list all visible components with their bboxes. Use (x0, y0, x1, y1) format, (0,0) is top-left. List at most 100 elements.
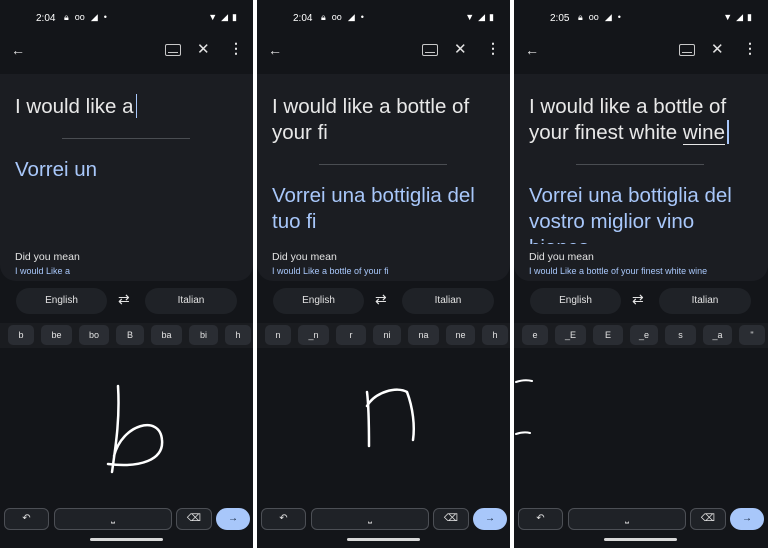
more-options-icon[interactable]: ⋮ (743, 40, 757, 57)
translated-text: Vorrei una bottiglia del tuo fi (272, 184, 475, 233)
candidate-chip[interactable]: h (482, 325, 508, 345)
signal-icon: ◢ (478, 12, 486, 22)
source-text[interactable]: I would like a bottle of your fi (272, 94, 500, 146)
translated-text: Vorrei una bottiglia del vostro miglior … (529, 184, 732, 247)
candidate-chip[interactable]: ne (446, 325, 475, 345)
handwriting-canvas[interactable] (257, 348, 510, 504)
close-icon[interactable]: ✕ (711, 40, 724, 58)
divider (62, 138, 190, 139)
source-language-button[interactable]: English (16, 288, 107, 314)
home-indicator[interactable] (347, 538, 420, 541)
home-indicator[interactable] (90, 538, 163, 541)
candidate-chip[interactable]: be (41, 325, 72, 345)
candidate-chip[interactable]: E (593, 325, 623, 345)
handwriting-stroke-b (106, 384, 164, 474)
candidate-chip[interactable]: " (739, 325, 765, 345)
voicemail-icon: oo (331, 12, 342, 22)
swap-languages-icon[interactable]: ⇄ (632, 291, 644, 308)
language-selector: English ⇄ Italian (0, 288, 253, 314)
enter-key[interactable]: → (730, 508, 764, 530)
source-text-content: I would like a bottle of your fi (272, 95, 470, 144)
composing-word: wine (682, 121, 725, 145)
candidate-chip[interactable]: r (336, 325, 366, 345)
undo-key[interactable]: ↶ (261, 508, 306, 530)
backspace-key[interactable]: ⌫ (176, 508, 212, 530)
candidate-chip[interactable]: ni (373, 325, 401, 345)
back-arrow-icon[interactable]: ← (525, 42, 539, 58)
undo-key[interactable]: ↶ (518, 508, 563, 530)
candidate-chip[interactable]: bi (189, 325, 218, 345)
text-cursor (135, 94, 138, 118)
candidate-chip[interactable]: na (408, 325, 439, 345)
undo-key[interactable]: ↶ (4, 508, 49, 530)
did-you-mean-label: Did you mean (272, 251, 337, 263)
backspace-key[interactable]: ⌫ (433, 508, 469, 530)
home-indicator[interactable] (604, 538, 677, 541)
candidate-chip[interactable]: e (522, 325, 548, 345)
status-bar: 2:04 🔒︎ oo ◢ • ▼ ◢ ▮ (257, 0, 510, 36)
keyboard-icon[interactable] (165, 44, 181, 56)
handwriting-canvas[interactable] (514, 348, 768, 504)
swap-languages-icon[interactable]: ⇄ (375, 291, 387, 308)
more-options-icon[interactable]: ⋮ (229, 40, 243, 57)
target-language-button[interactable]: Italian (659, 288, 751, 314)
signal-alt-icon: ◢ (347, 12, 355, 22)
candidate-chip[interactable]: _a (703, 325, 732, 345)
enter-key[interactable]: → (473, 508, 507, 530)
back-arrow-icon[interactable]: ← (11, 42, 25, 58)
space-key[interactable]: ⎵ (54, 508, 172, 530)
more-options-icon[interactable]: ⋮ (486, 40, 500, 57)
close-icon[interactable]: ✕ (454, 40, 467, 58)
target-language-button[interactable]: Italian (402, 288, 494, 314)
handwriting-canvas[interactable] (0, 348, 253, 504)
candidate-chip[interactable]: n (265, 325, 291, 345)
status-time: 2:05 (550, 13, 570, 24)
candidate-chip[interactable]: bo (79, 325, 109, 345)
candidate-chip[interactable]: h (225, 325, 251, 345)
space-key[interactable]: ⎵ (568, 508, 686, 530)
dot-icon: • (617, 12, 621, 22)
space-key[interactable]: ⎵ (311, 508, 429, 530)
source-language-button[interactable]: English (273, 288, 364, 314)
target-language-button[interactable]: Italian (145, 288, 237, 314)
source-text[interactable]: I would like a (15, 94, 243, 120)
swap-languages-icon[interactable]: ⇄ (118, 291, 130, 308)
backspace-key[interactable]: ⌫ (690, 508, 726, 530)
did-you-mean-suggestion[interactable]: I would Like a bottle of your finest whi… (529, 266, 707, 276)
candidate-strip: b be bo B ba bi h (0, 323, 253, 348)
source-text[interactable]: I would like a bottle of your finest whi… (529, 94, 757, 146)
battery-icon: ▮ (232, 12, 237, 22)
did-you-mean-suggestion[interactable]: I would Like a bottle of your fi (272, 266, 389, 276)
dot-icon: • (360, 12, 364, 22)
battery-icon: ▮ (489, 12, 494, 22)
candidate-chip[interactable]: B (116, 325, 144, 345)
keyboard-icon[interactable] (422, 44, 438, 56)
source-language-button[interactable]: English (530, 288, 621, 314)
candidate-chip[interactable]: _e (630, 325, 658, 345)
candidate-strip: e _E E _e s _a " (514, 323, 768, 348)
enter-key[interactable]: → (216, 508, 250, 530)
keyboard-icon[interactable] (679, 44, 695, 56)
signal-alt-icon: ◢ (604, 12, 612, 22)
did-you-mean-suggestion[interactable]: I would Like a (15, 266, 70, 276)
candidate-chip[interactable]: _n (298, 325, 329, 345)
signal-icon: ◢ (736, 12, 744, 22)
signal-alt-icon: ◢ (90, 12, 98, 22)
phone-screen-3: 2:05 🔒︎ oo ◢ • ▼ ◢ ▮ ← ✕ ⋮ I would like a bot… (514, 0, 768, 548)
candidate-chip[interactable]: ba (151, 325, 182, 345)
keyboard-bottom-row: ↶ ⎵ ⌫ → (514, 508, 768, 530)
wifi-icon: ▼ (465, 12, 475, 22)
back-arrow-icon[interactable]: ← (268, 42, 282, 58)
candidate-chip[interactable]: b (8, 325, 34, 345)
translation-card: I would like a bottle of your fi Vorrei … (257, 74, 510, 281)
lock-icon: 🔒︎ (64, 12, 69, 22)
close-icon[interactable]: ✕ (197, 40, 210, 58)
candidate-chip[interactable]: _E (555, 325, 586, 345)
translation-card: I would like a bottle of your finest whi… (514, 74, 768, 281)
status-bar: 2:05 🔒︎ oo ◢ • ▼ ◢ ▮ (514, 0, 768, 36)
candidate-chip[interactable]: s (665, 325, 696, 345)
language-selector: English ⇄ Italian (257, 288, 510, 314)
voicemail-icon: oo (74, 12, 85, 22)
divider (576, 164, 704, 165)
top-app-bar: ← ✕ ⋮ (514, 40, 768, 66)
